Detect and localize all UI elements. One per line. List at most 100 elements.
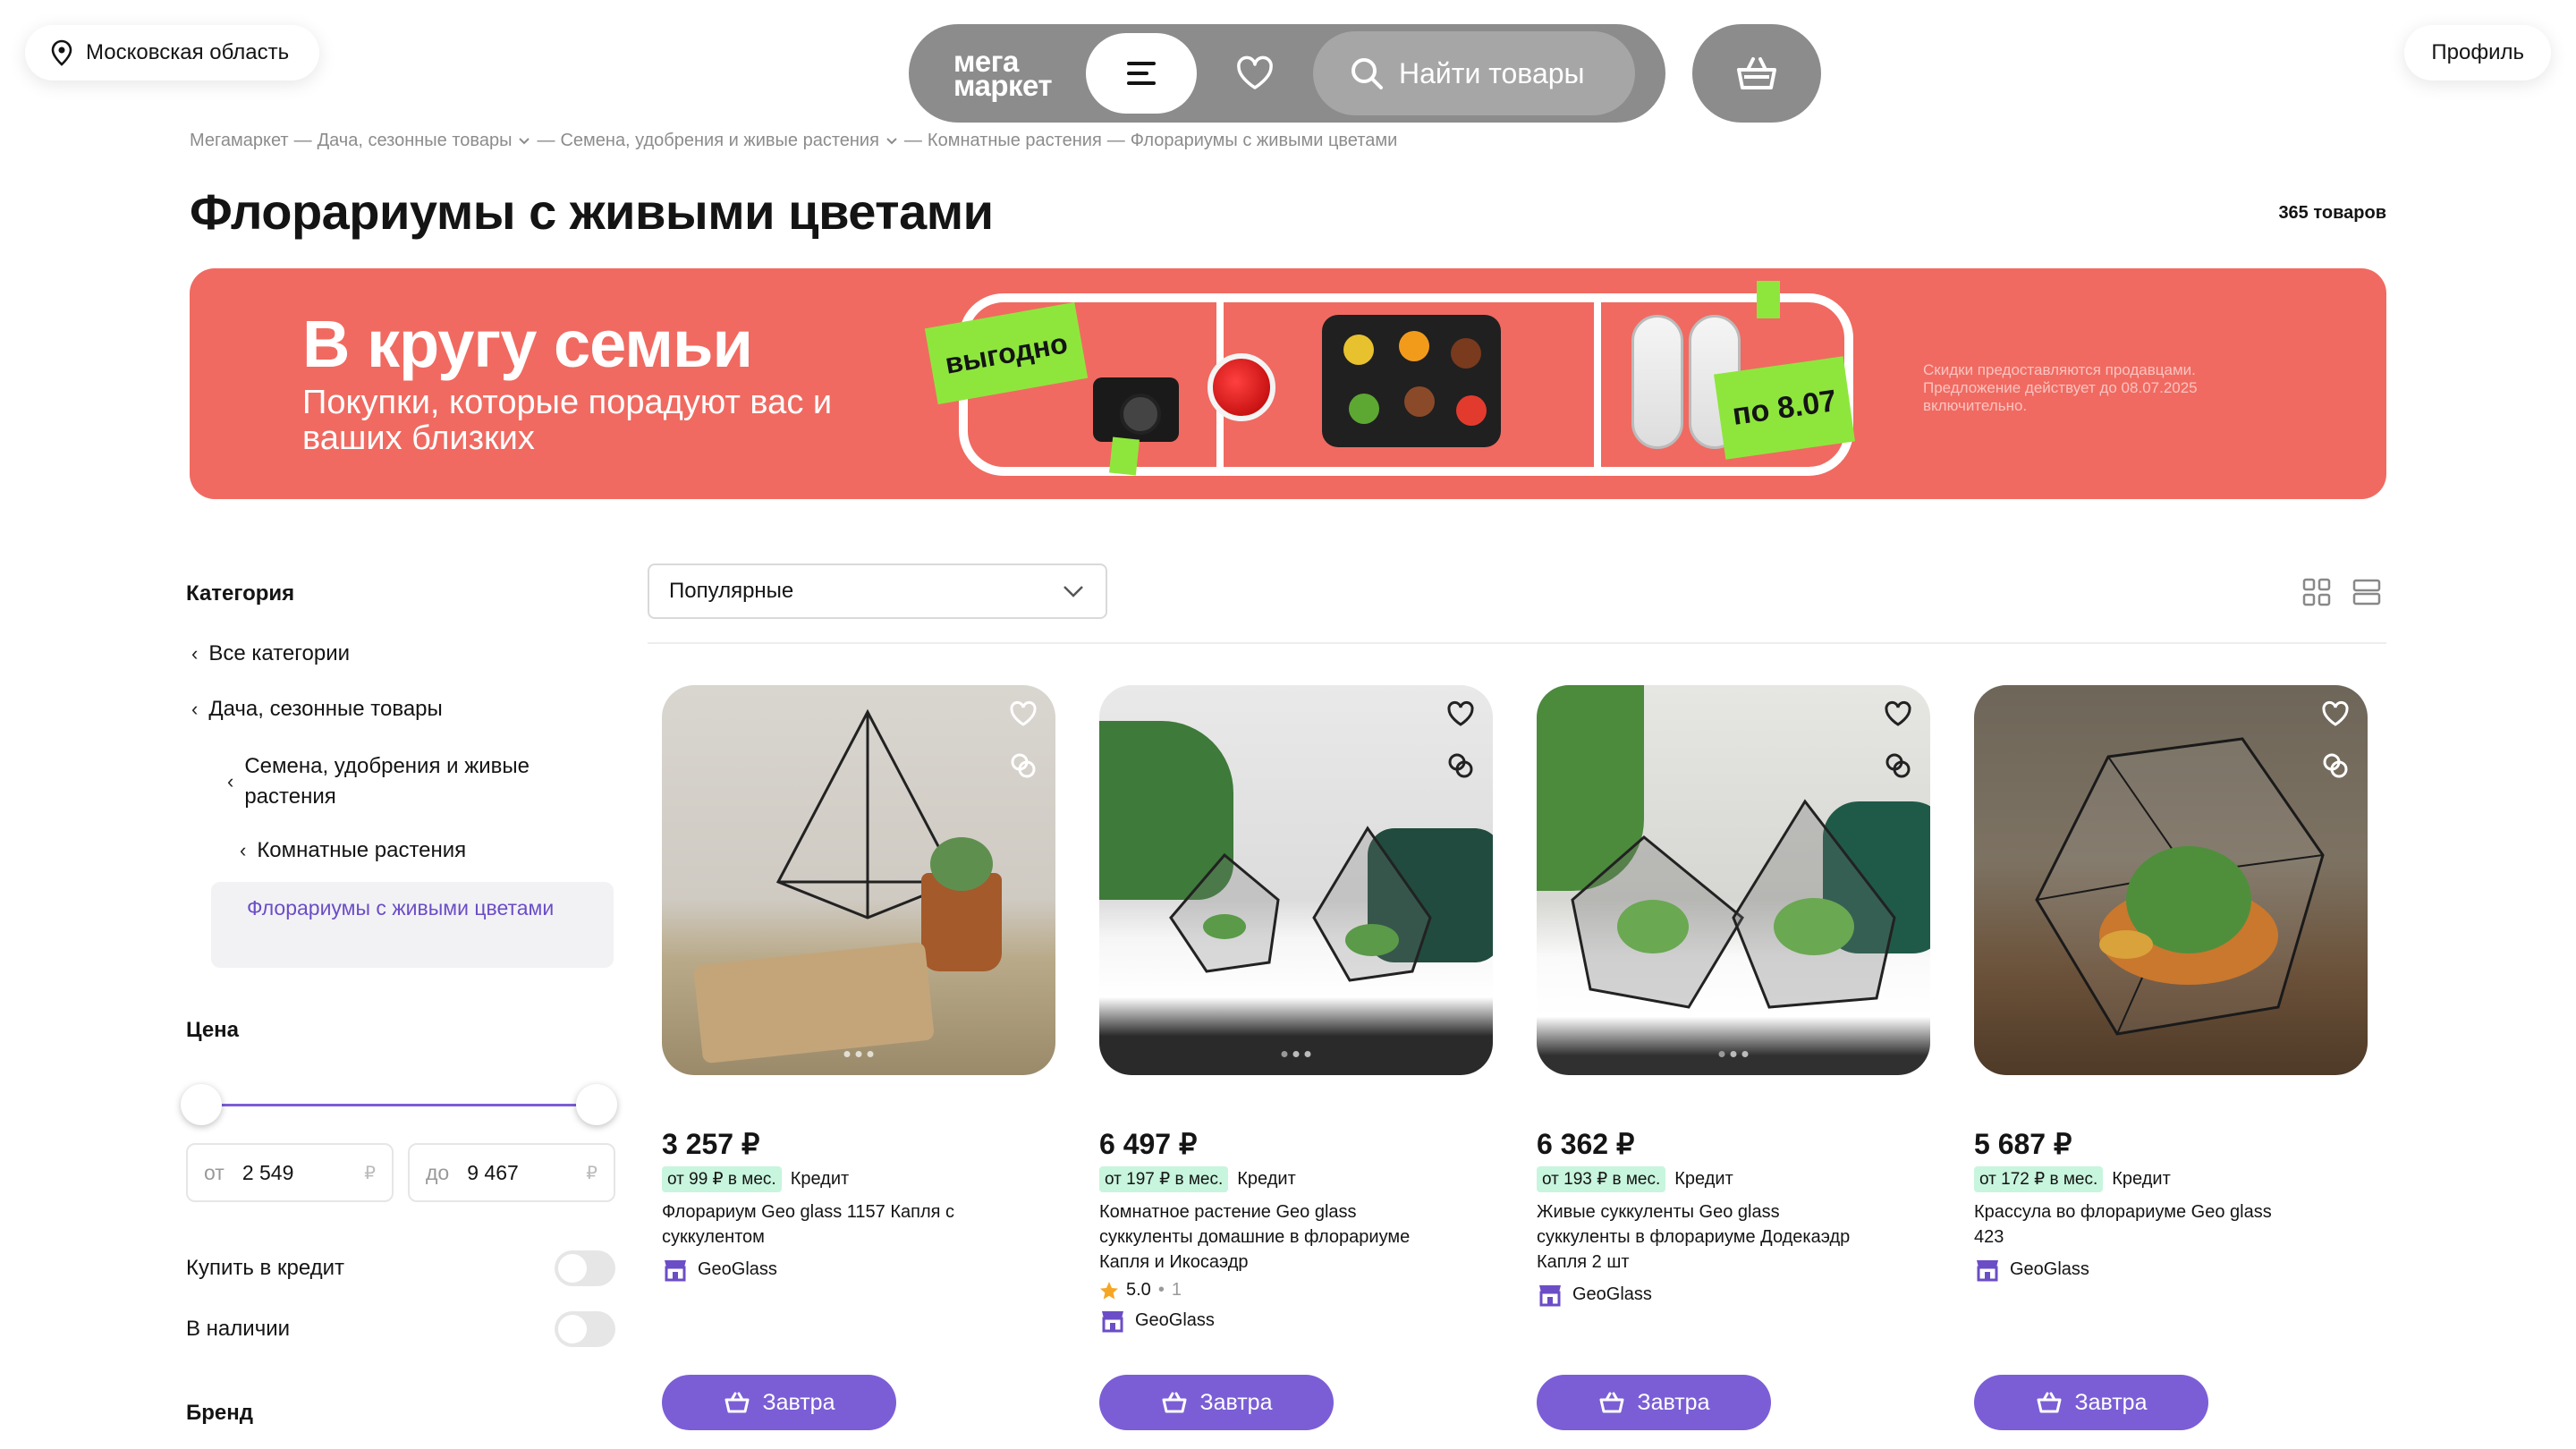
delivery-label: Завтра [762,1389,835,1415]
star-icon [1100,1281,1118,1299]
delivery-label: Завтра [2074,1389,2148,1415]
price-slider-track[interactable] [202,1104,597,1106]
credit-toggle[interactable] [555,1250,615,1286]
megamarket-logo[interactable]: мега маркет [953,47,1075,102]
product-image[interactable] [1974,685,2368,1075]
credit-badge[interactable]: от 99 ₽ в мес. [662,1166,782,1192]
credit-badge[interactable]: от 193 ₽ в мес. [1537,1166,1666,1192]
credit-badge[interactable]: от 197 ₽ в мес. [1099,1166,1229,1192]
product-card[interactable]: 6 497 ₽ от 197 ₽ в мес. Кредит Комнатное… [1099,685,1493,1333]
tray-divider [1594,302,1601,467]
price-slider-min-handle[interactable] [181,1084,222,1125]
delivery-label: Завтра [1199,1389,1273,1415]
credit-label: Кредит [1237,1169,1296,1189]
shop-icon [665,1260,686,1282]
list-view-icon[interactable] [2352,578,2381,606]
chevron-left-icon: ‹ [191,642,199,665]
banner-subtitle: Покупки, которые порадуют вас и ваших бл… [302,384,833,457]
product-card[interactable]: 6 362 ₽ от 193 ₽ в мес. Кредит Живые сук… [1537,685,1930,1307]
sneaker-illustration [1631,315,1683,449]
breadcrumb-item[interactable]: Комнатные растения [928,131,1102,151]
compare-icon[interactable] [2318,748,2353,784]
category-label: Дача, сезонные товары [208,697,443,721]
sort-selected-label: Популярные [669,579,794,603]
favorites-button[interactable] [1197,33,1313,114]
chevron-left-icon: ‹ [227,770,234,792]
page-title: Флорариумы с живыми цветами [190,183,994,240]
logo-line-2: маркет [953,69,1053,102]
product-image[interactable] [1537,685,1930,1075]
compare-icon[interactable] [1880,748,1916,784]
credit-badge[interactable]: от 172 ₽ в мес. [1974,1166,2104,1192]
delivery-tomorrow-button[interactable]: Завтра [662,1375,896,1430]
product-image[interactable] [662,685,1055,1075]
search-button[interactable]: Найти товары [1313,31,1635,115]
delivery-tomorrow-button[interactable]: Завтра [1537,1375,1771,1430]
profile-button[interactable]: Профиль [2404,25,2551,80]
chevron-down-icon[interactable] [885,136,899,147]
credit-row: от 197 ₽ в мес. Кредит [1099,1166,1493,1192]
product-price: 5 687 ₽ [1974,1128,2072,1160]
price-to-field[interactable]: до 9 467 ₽ [408,1143,615,1202]
seller[interactable]: GeoGlass [662,1257,1055,1282]
product-card[interactable]: 3 257 ₽ от 99 ₽ в мес. Кредит Флорариум … [662,685,1055,1282]
stock-toggle[interactable] [555,1311,615,1347]
category-heading: Категория [186,581,295,606]
product-title[interactable]: Комнатное растение Geo glass суккуленты … [1099,1199,1430,1275]
category-item-seeds[interactable]: ‹ Семена, удобрения и живые растения [227,751,603,812]
cart-button[interactable] [1692,24,1821,123]
rating-count: 1 [1171,1280,1182,1300]
price-slider-max-handle[interactable] [576,1084,617,1125]
breadcrumb-item[interactable]: Мегамаркет [190,131,289,151]
compare-icon[interactable] [1443,748,1479,784]
seller[interactable]: GeoGlass [1974,1257,2368,1282]
favorite-icon[interactable] [2318,696,2353,732]
promo-banner[interactable]: В кругу семьи Покупки, которые порадуют … [190,268,2386,499]
berries-illustration [1208,353,1275,421]
delivery-label: Завтра [1637,1389,1710,1415]
product-title[interactable]: Флорариум Geo glass 1157 Капля с суккуле… [662,1199,993,1250]
compare-icon[interactable] [1005,748,1041,784]
currency-label: ₽ [364,1163,376,1183]
seller-name: GeoGlass [698,1258,777,1279]
category-item-indoor[interactable]: ‹ Комнатные растения [240,835,466,866]
terrarium-illustration [2035,737,2325,1036]
grid-view-icon[interactable] [2302,578,2331,606]
location-pin-icon [51,39,72,66]
price-to-prefix: до [426,1160,450,1184]
price-from-value: 2 549 [242,1160,294,1184]
sticker-decor [1108,436,1140,476]
main-nav-bar: мега маркет Найти товары [909,24,1665,123]
sort-select[interactable]: Популярные [648,564,1107,619]
product-image[interactable] [1099,685,1493,1075]
favorite-icon[interactable] [1880,696,1916,732]
category-item-all[interactable]: ‹ Все категории [191,639,350,669]
product-rating[interactable]: 5.0 • 1 [1099,1280,1493,1301]
breadcrumb-item[interactable]: Дача, сезонные товары [318,131,513,151]
seller[interactable]: GeoGlass [1537,1282,1930,1307]
breadcrumb-item-current: Флорариумы с живыми цветами [1130,131,1398,150]
credit-label: Кредит [1674,1169,1733,1189]
region-selector[interactable]: Московская область [25,25,320,80]
breadcrumb-item[interactable]: Семена, удобрения и живые растения [560,131,878,151]
delivery-tomorrow-button[interactable]: Завтра [1974,1375,2208,1430]
catalog-menu-button[interactable] [1086,33,1197,114]
chevron-down-icon[interactable] [517,136,531,147]
breadcrumb-separator: — [537,131,555,150]
favorite-icon[interactable] [1005,696,1041,732]
heart-icon [1237,55,1273,89]
credit-filter-label: Купить в кредит [186,1256,345,1280]
menu-icon [1127,62,1156,85]
favorite-icon[interactable] [1443,696,1479,732]
category-item-active[interactable]: Флорариумы с живыми цветами [211,882,614,968]
product-title[interactable]: Живые суккуленты Geo glass суккуленты в … [1537,1199,1868,1275]
product-card[interactable]: 5 687 ₽ от 172 ₽ в мес. Кредит Крассула … [1974,685,2368,1282]
product-title[interactable]: Крассула во флорариуме Geo glass 423 [1974,1199,2305,1250]
product-price: 6 497 ₽ [1099,1128,1198,1160]
seller[interactable]: GeoGlass [1099,1308,1493,1333]
delivery-tomorrow-button[interactable]: Завтра [1099,1375,1334,1430]
category-item-dacha[interactable]: ‹ Дача, сезонные товары [191,694,443,724]
price-from-field[interactable]: от 2 549 ₽ [186,1143,394,1202]
grill-food [1399,331,1429,361]
category-label: Комнатные растения [257,838,467,862]
